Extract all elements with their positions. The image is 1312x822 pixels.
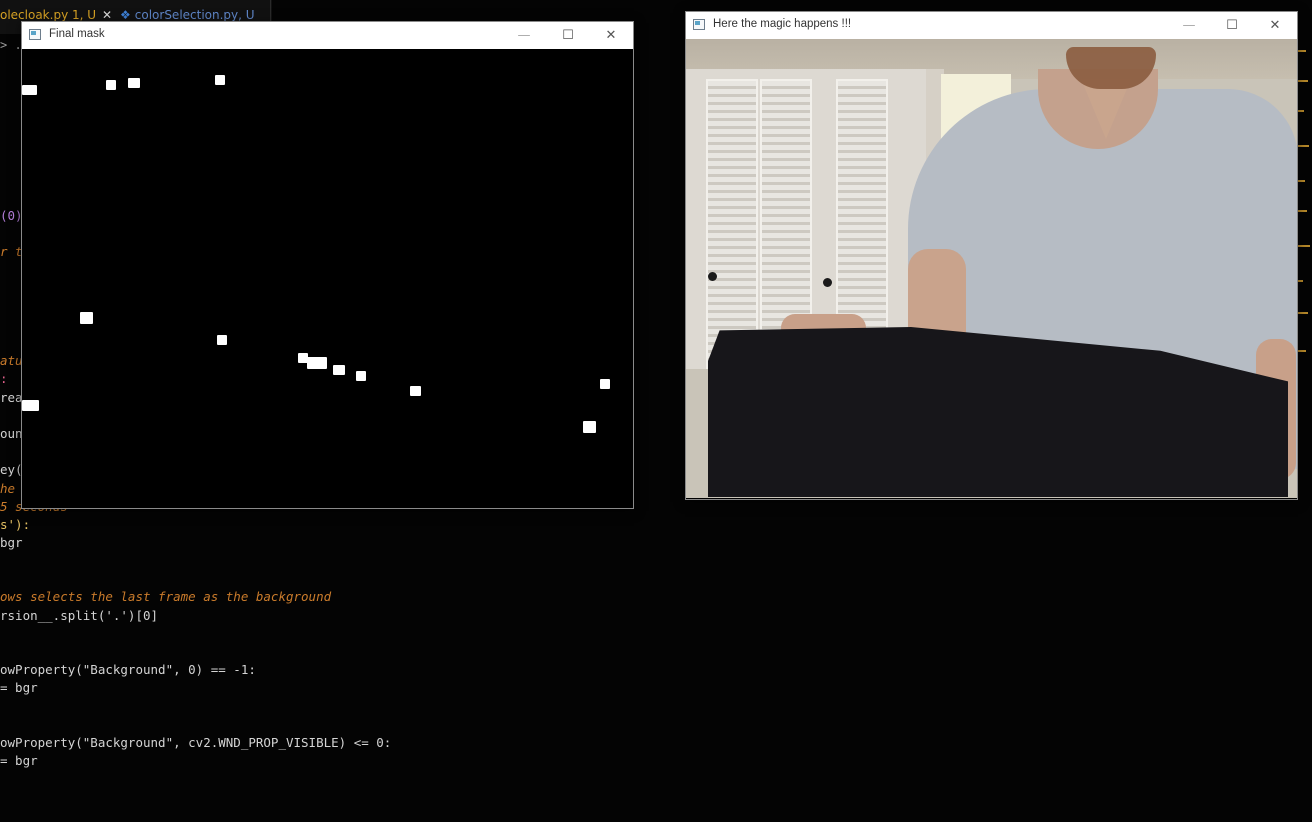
maximize-button[interactable]: ☐ — [546, 22, 590, 49]
magic-window[interactable]: Here the magic happens !!! — ☐ ✕ — [685, 11, 1298, 500]
tab-label: olecloak.py 1, U — [0, 8, 97, 22]
mask-blob — [22, 85, 37, 95]
maximize-button[interactable]: ☐ — [1210, 12, 1254, 39]
title-bar[interactable]: Here the magic happens !!! — ☐ ✕ — [686, 12, 1297, 39]
mask-blob — [128, 78, 140, 88]
door-knob — [823, 278, 832, 287]
mask-blob — [583, 421, 596, 433]
tab-color-selection[interactable]: ❖ colorSelection.py, U — [120, 8, 255, 22]
mask-canvas — [22, 49, 633, 508]
mask-blob — [215, 75, 225, 85]
window-icon — [693, 19, 705, 30]
close-button[interactable]: ✕ — [589, 22, 633, 49]
window-title: Here the magic happens !!! — [713, 18, 852, 30]
mask-blob — [410, 386, 421, 396]
code-line: rsion__.split('.')[0] — [0, 608, 159, 623]
minimize-button[interactable]: — — [502, 22, 546, 49]
minimap[interactable] — [1296, 50, 1310, 380]
camera-image — [686, 39, 1297, 498]
code-line: owProperty("Background", 0) == -1: — [0, 662, 256, 677]
breadcrumb[interactable]: > . — [0, 38, 22, 52]
code-line: (0) — [0, 208, 23, 223]
mask-blob — [22, 400, 39, 411]
mask-blob — [80, 312, 93, 324]
minimize-button[interactable]: — — [1167, 12, 1211, 39]
close-button[interactable]: ✕ — [1253, 12, 1297, 39]
python-file-icon: ❖ — [120, 8, 131, 22]
code-line: = bgr — [0, 753, 38, 768]
tab-label: colorSelection.py, U — [134, 8, 255, 22]
code-line: owProperty("Background", cv2.WND_PROP_VI… — [0, 735, 392, 750]
mask-blob — [106, 80, 116, 90]
window-title: Final mask — [49, 28, 105, 40]
code-line: bgr — [0, 535, 23, 550]
minimap-line — [1296, 245, 1310, 247]
door-knob — [708, 272, 717, 281]
tab-olecloak[interactable]: olecloak.py 1, U ✕ — [0, 8, 112, 22]
mask-blob — [600, 379, 610, 389]
mask-blob — [307, 357, 327, 369]
code-line: = bgr — [0, 680, 38, 695]
window-icon — [29, 29, 41, 40]
code-line: : — [0, 371, 8, 386]
mask-blob — [217, 335, 227, 345]
title-bar[interactable]: Final mask — ☐ ✕ — [22, 22, 633, 49]
code-comment: ows selects the last frame as the backgr… — [0, 589, 332, 604]
code-line: s'): — [0, 517, 31, 532]
camera-feed — [686, 39, 1297, 499]
final-mask-window[interactable]: Final mask — ☐ ✕ — [21, 21, 634, 509]
closet-door — [706, 79, 758, 369]
close-icon[interactable]: ✕ — [102, 8, 112, 22]
mask-blob — [333, 365, 345, 375]
mask-blob — [356, 371, 366, 381]
